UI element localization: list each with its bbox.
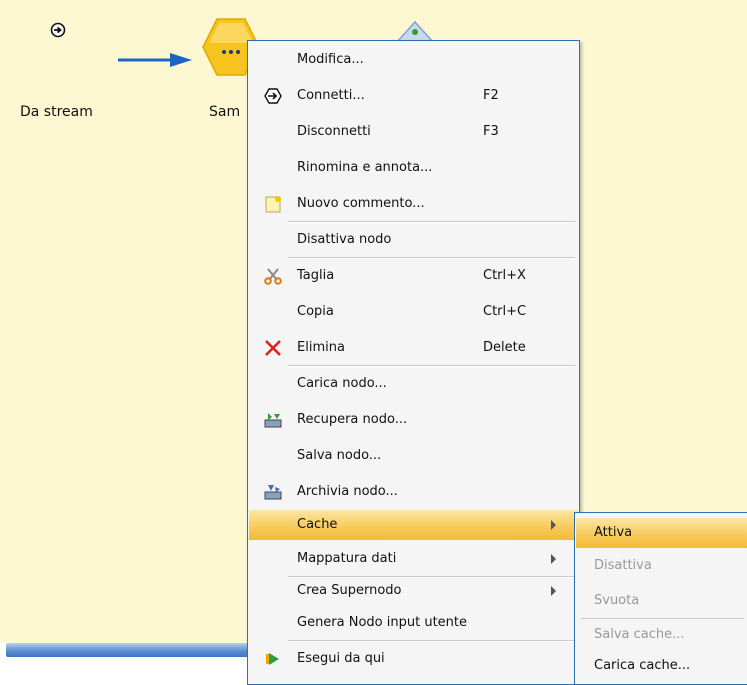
submenu-arrow-icon — [551, 520, 556, 530]
menu-item-copia[interactable]: Copia Ctrl+C — [249, 297, 578, 327]
menu-item-disattiva-nodo[interactable]: Disattiva nodo — [249, 225, 578, 255]
menu-item-taglia[interactable]: Taglia Ctrl+X — [249, 261, 578, 291]
menu-item-esegui-da-qui[interactable]: Esegui da qui — [249, 644, 578, 674]
menu-item-recupera-nodo[interactable]: Recupera nodo... — [249, 405, 578, 435]
partial-node-icon[interactable] — [395, 18, 435, 42]
submenu-item-disattiva: Disattiva — [594, 558, 652, 573]
submenu-item-svuota: Svuota — [594, 593, 640, 608]
menu-item-genera-nodo-input[interactable]: Genera Nodo input utente — [249, 608, 578, 638]
submenu-separator — [581, 618, 744, 619]
cache-submenu: Attiva Disattiva Svuota Salva cache... C… — [574, 512, 747, 685]
menu-item-elimina[interactable]: Elimina Delete — [249, 333, 578, 363]
submenu-item-carica-cache[interactable]: Carica cache... — [576, 651, 747, 681]
delete-x-icon — [265, 340, 281, 356]
menu-item-rinomina[interactable]: Rinomina e annota... — [249, 153, 578, 183]
node-context-menu: Modifica... Connetti... F2 Disconnetti F… — [247, 40, 580, 685]
scissors-icon — [264, 268, 282, 285]
horizontal-scrollbar[interactable] — [6, 643, 254, 657]
menu-item-cache[interactable]: Cache — [249, 510, 578, 540]
menu-item-modifica[interactable]: Modifica... — [249, 45, 578, 75]
archive-node-icon — [264, 485, 282, 500]
menu-separator — [288, 365, 575, 367]
source-node-icon[interactable] — [50, 22, 66, 38]
submenu-arrow-icon — [551, 586, 556, 596]
retrieve-node-icon — [264, 413, 282, 428]
menu-separator — [288, 221, 575, 223]
menu-item-connetti[interactable]: Connetti... F2 — [249, 81, 578, 111]
menu-item-salva-nodo[interactable]: Salva nodo... — [249, 441, 578, 471]
submenu-arrow-icon — [551, 554, 556, 564]
source-node-label: Da stream — [20, 104, 93, 120]
submenu-item-salva-cache: Salva cache... — [594, 627, 685, 642]
new-comment-icon — [265, 196, 281, 213]
sample-node-label: Sam — [209, 104, 241, 120]
menu-item-nuovo-commento[interactable]: Nuovo commento... — [249, 189, 578, 219]
menu-separator — [288, 257, 575, 259]
submenu-item-attiva[interactable]: Attiva — [576, 518, 747, 548]
menu-separator — [288, 640, 575, 642]
run-from-here-icon — [266, 653, 279, 665]
menu-item-mappatura-dati[interactable]: Mappatura dati — [249, 544, 578, 574]
menu-item-archivia-nodo[interactable]: Archivia nodo... — [249, 477, 578, 507]
menu-item-disconnetti[interactable]: Disconnetti F3 — [249, 117, 578, 147]
menu-item-carica-nodo[interactable]: Carica nodo... — [249, 369, 578, 399]
connect-icon — [264, 88, 282, 104]
menu-item-crea-supernodo[interactable]: Crea Supernodo — [249, 576, 578, 606]
connection-arrow — [118, 53, 192, 67]
